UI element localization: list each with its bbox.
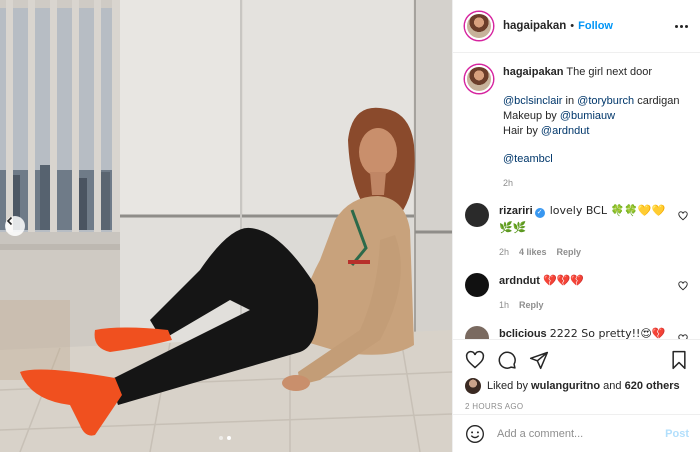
follow-button[interactable]: Follow	[578, 20, 613, 32]
caption-avatar[interactable]	[465, 65, 493, 93]
caption-text: in	[562, 94, 578, 107]
action-bar	[465, 346, 689, 374]
separator-dot: •	[570, 20, 575, 32]
reply-button[interactable]: Reply	[519, 299, 544, 312]
comment-avatar[interactable]	[465, 325, 489, 339]
comment-button[interactable]	[497, 350, 517, 370]
comment-avatar[interactable]	[465, 272, 489, 297]
comment-bubble-icon	[498, 351, 516, 369]
emoji-icon[interactable]	[465, 424, 485, 444]
photo-image	[0, 0, 452, 452]
hashtag-mention-link[interactable]: @teambcl	[503, 153, 553, 165]
comment-input[interactable]	[497, 427, 666, 440]
post-actions: Liked by wulanguritno and 620 others 2 H…	[453, 339, 700, 411]
author-avatar[interactable]	[465, 12, 493, 40]
like-comment-icon[interactable]	[678, 281, 688, 291]
like-button[interactable]	[465, 350, 485, 370]
caption-meta: 2h	[503, 177, 688, 189]
caption-text: Makeup by	[503, 109, 560, 122]
verified-badge-icon: ✓	[534, 208, 545, 219]
like-comment-icon[interactable]	[678, 211, 688, 221]
comment-username[interactable]: bclicious	[499, 328, 547, 339]
comment-text: 2222 So pretty!!😍💔	[549, 326, 666, 339]
comment-text: 💔💔💔	[543, 273, 585, 287]
caption-username[interactable]: hagaipakan	[503, 66, 564, 78]
comment-item: ardndut 💔💔💔 1h Reply	[465, 272, 688, 312]
mention-link[interactable]: @toryburch	[577, 95, 634, 107]
caption-time[interactable]: 2h	[503, 177, 513, 189]
comment-meta: 2h 4 likes Reply	[499, 246, 679, 259]
mention-link[interactable]: @bumiauw	[560, 110, 615, 122]
likes-middle: and	[603, 380, 622, 392]
liker-avatar[interactable]	[465, 378, 481, 394]
post-timestamp[interactable]: 2 HOURS AGO	[465, 402, 689, 411]
heart-icon	[465, 350, 485, 369]
bookmark-icon	[672, 350, 686, 370]
comment-composer: Post	[453, 414, 700, 452]
author-username[interactable]: hagaipakan	[503, 20, 566, 32]
comment-meta: 1h Reply	[499, 299, 679, 312]
paper-plane-icon	[529, 351, 549, 370]
post-header: hagaipakan • Follow	[453, 0, 700, 53]
comment-time[interactable]: 2h	[499, 246, 509, 259]
caption-text: The girl next door	[566, 66, 652, 78]
carousel-dot-active	[227, 436, 231, 440]
save-button[interactable]	[669, 350, 689, 370]
comment-likes[interactable]: 4 likes	[519, 246, 547, 259]
share-button[interactable]	[529, 350, 549, 370]
chevron-left-icon	[6, 216, 13, 226]
comment-avatar[interactable]	[465, 203, 489, 228]
likes-others-link[interactable]: 620 others	[625, 380, 680, 392]
more-options-icon[interactable]	[675, 24, 688, 28]
likes-prefix: Liked by	[487, 380, 528, 392]
carousel-dot	[219, 436, 223, 440]
caption-text: cardigan	[634, 94, 680, 107]
post-comment-button[interactable]: Post	[665, 428, 689, 440]
likes-summary: Liked by wulanguritno and 620 others	[465, 378, 689, 394]
comments-list[interactable]: hagaipakan The girl next door @bclsincla…	[453, 53, 700, 339]
comment-username[interactable]: ardndut	[499, 275, 540, 287]
comment-item: rizariri ✓ lovely BCL 🍀🍀💛💛 🌿🌿 2h 4 likes …	[465, 203, 688, 258]
comment-item: bclicious 2222 So pretty!!😍💔	[465, 325, 688, 339]
mention-link[interactable]: @bclsinclair	[503, 95, 562, 107]
carousel-prev-button[interactable]	[5, 216, 25, 236]
caption-text: Hair by	[503, 124, 541, 137]
comment-time[interactable]: 1h	[499, 299, 509, 312]
liker-username[interactable]: wulanguritno	[531, 380, 600, 392]
caption: hagaipakan The girl next door @bclsincla…	[465, 65, 688, 189]
comment-username[interactable]: rizariri	[499, 205, 533, 217]
reply-button[interactable]: Reply	[557, 246, 582, 259]
mention-link[interactable]: @ardndut	[541, 125, 589, 137]
carousel-indicator	[219, 436, 231, 440]
post-side-panel: hagaipakan • Follow hagaipakan The girl …	[452, 0, 700, 452]
post-photo[interactable]	[0, 0, 452, 452]
